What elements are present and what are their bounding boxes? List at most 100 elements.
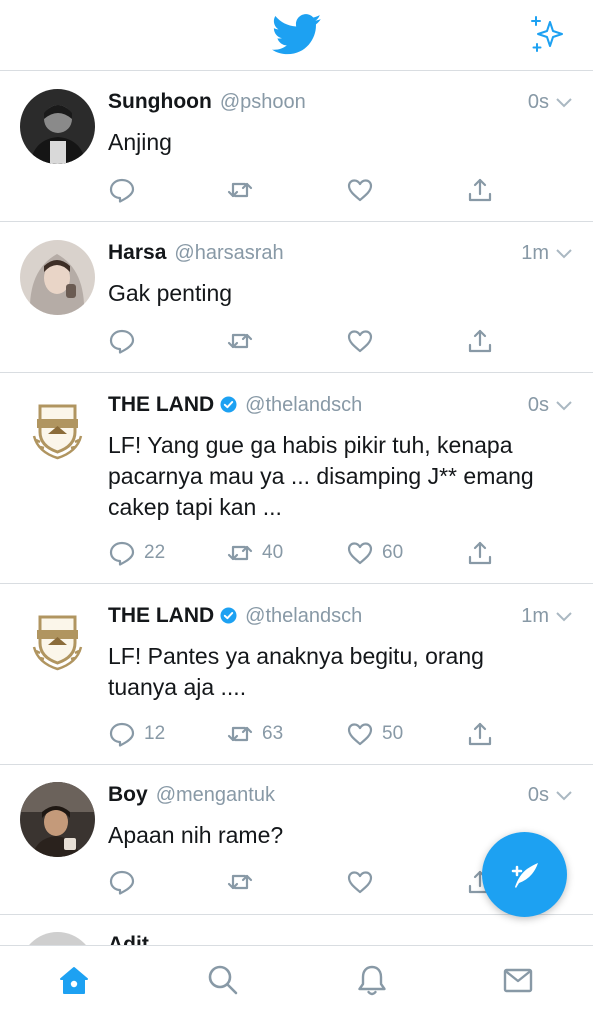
timestamp-text: 0s (527, 91, 549, 113)
avatar[interactable] (20, 932, 95, 945)
user-handle[interactable]: @mengantuk (156, 784, 275, 807)
reply-icon (109, 329, 135, 354)
like-count: 50 (382, 723, 404, 744)
display-name[interactable]: Harsa (108, 241, 166, 265)
notifications-icon (358, 965, 386, 996)
retweet-button[interactable] (226, 173, 262, 207)
tweet-header: Adit (108, 933, 573, 945)
tweet-actions (108, 865, 508, 899)
retweet-icon (227, 182, 253, 198)
retweet-icon (227, 545, 253, 561)
user-handle[interactable]: @thelandsch (245, 394, 362, 417)
avatar[interactable] (20, 89, 95, 164)
chevron-down-icon[interactable] (555, 790, 573, 802)
timestamp-text: 1m (521, 605, 549, 627)
like-button[interactable] (346, 865, 382, 899)
reply-icon (109, 178, 135, 203)
tweet-header: Harsa @harsasrah 1m (108, 241, 573, 271)
reply-icon (109, 722, 135, 747)
heart-icon (347, 542, 373, 565)
retweet-icon (227, 726, 253, 742)
search-icon (208, 965, 238, 995)
timestamp: 0s (528, 394, 573, 417)
like-button[interactable]: 50 (346, 717, 403, 751)
share-icon (468, 329, 492, 353)
bottom-tab-bar (0, 945, 593, 1024)
chevron-down-icon[interactable] (555, 248, 573, 260)
display-name[interactable]: THE LAND (108, 393, 214, 417)
like-button[interactable] (346, 173, 382, 207)
like-button[interactable] (346, 324, 382, 358)
tab-search[interactable] (203, 960, 243, 1000)
user-handle[interactable]: @harsasrah (174, 242, 283, 265)
compose-tweet-button[interactable] (482, 832, 567, 917)
share-button[interactable] (466, 173, 494, 207)
timeline-feed[interactable]: Sunghoon @pshoon 0s Anjing Harsa @harsas… (0, 72, 593, 945)
avatar[interactable] (20, 603, 95, 678)
tweet[interactable]: Sunghoon @pshoon 0s Anjing (0, 72, 593, 222)
tweet-actions: 22 40 60 (108, 536, 508, 570)
tab-notifications[interactable] (352, 960, 392, 1000)
tweet[interactable]: THE LAND @thelandsch 0s LF! Yang gue ga … (0, 373, 593, 584)
verified-badge-icon (220, 607, 237, 624)
reply-button[interactable]: 12 (108, 717, 165, 751)
heart-icon (347, 179, 373, 202)
tweet-header: THE LAND @thelandsch 0s (108, 393, 573, 423)
timestamp-text: 1m (521, 242, 549, 264)
tweet-text: LF! Yang gue ga habis pikir tuh, kenapa … (108, 432, 534, 520)
share-icon (468, 541, 492, 565)
reply-icon (109, 541, 135, 566)
chevron-down-icon[interactable] (555, 611, 573, 623)
retweet-button[interactable]: 40 (226, 536, 283, 570)
timestamp: 1m (521, 605, 573, 628)
messages-icon (503, 968, 533, 993)
tweet-header: Boy @mengantuk 0s (108, 783, 573, 813)
like-button[interactable]: 60 (346, 536, 403, 570)
share-button[interactable] (466, 324, 494, 358)
tweet[interactable]: Harsa @harsasrah 1m Gak penting (0, 222, 593, 373)
timestamp-text: 0s (527, 784, 549, 806)
share-button[interactable] (466, 717, 494, 751)
reply-count: 12 (144, 723, 166, 744)
retweet-button[interactable] (226, 865, 262, 899)
share-button[interactable] (466, 536, 494, 570)
avatar[interactable] (20, 782, 95, 857)
timestamp-text: 0s (527, 394, 549, 416)
retweet-count: 40 (262, 542, 284, 563)
reply-button[interactable] (108, 324, 144, 358)
reply-button[interactable] (108, 865, 144, 899)
tweet[interactable]: Adit (0, 915, 593, 945)
tweet-text: LF! Pantes ya anaknya begitu, orang tuan… (108, 643, 484, 700)
twitter-bird-icon[interactable] (272, 14, 322, 56)
user-handle[interactable]: @pshoon (220, 91, 306, 114)
reply-button[interactable] (108, 173, 144, 207)
top-bar (0, 0, 593, 71)
tweet-actions (108, 173, 508, 207)
reply-icon (109, 870, 135, 895)
retweet-icon (227, 333, 253, 349)
sparkle-icon[interactable] (528, 14, 570, 54)
reply-count: 22 (144, 542, 166, 563)
chevron-down-icon[interactable] (555, 97, 573, 109)
tab-home[interactable] (54, 960, 94, 1000)
compose-feather-icon (511, 862, 538, 888)
retweet-button[interactable] (226, 324, 262, 358)
chevron-down-icon[interactable] (555, 400, 573, 412)
display-name[interactable]: Sunghoon (108, 90, 212, 114)
retweet-button[interactable]: 63 (226, 717, 283, 751)
display-name[interactable]: Adit (108, 933, 149, 945)
timestamp: 0s (528, 784, 573, 807)
avatar[interactable] (20, 392, 95, 467)
user-handle[interactable]: @thelandsch (245, 605, 362, 628)
tweet[interactable]: THE LAND @thelandsch 1m LF! Pantes ya an… (0, 584, 593, 765)
share-icon (468, 722, 492, 746)
tab-messages[interactable] (498, 960, 538, 1000)
retweet-count: 63 (262, 723, 284, 744)
share-icon (468, 178, 492, 202)
avatar[interactable] (20, 240, 95, 315)
display-name[interactable]: Boy (108, 783, 148, 807)
reply-button[interactable]: 22 (108, 536, 165, 570)
tweet-header: THE LAND @thelandsch 1m (108, 604, 573, 634)
heart-icon (347, 330, 373, 353)
display-name[interactable]: THE LAND (108, 604, 214, 628)
